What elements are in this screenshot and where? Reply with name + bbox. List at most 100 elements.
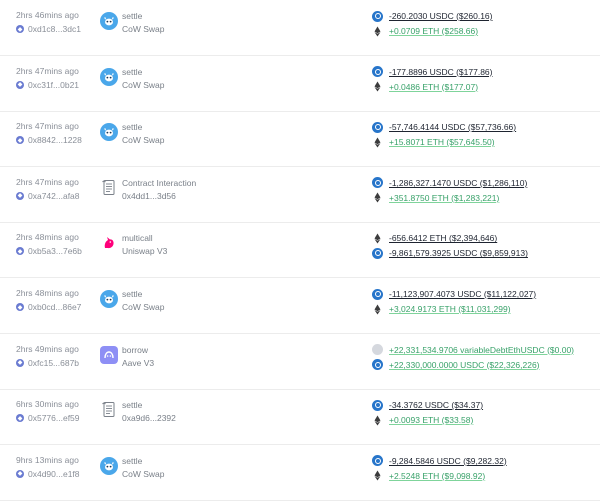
transaction-row[interactable]: 6hrs 30mins ago ◆ 0x5776...ef59 settle 0xa9d…	[0, 389, 600, 446]
tx-time: 2hrs 46mins ago	[16, 10, 79, 20]
transaction-row[interactable]: 2hrs 47mins ago ◆ 0xc31f...0b21 settle CoW S…	[0, 56, 600, 112]
token-transfer-1: -177.8896 USDC ($177.86)	[372, 66, 492, 78]
uniswap-unicorn-icon	[100, 234, 118, 252]
transaction-row[interactable]: 2hrs 47mins ago ◆ 0xa742...afa8 Contract In…	[0, 167, 600, 223]
address-text[interactable]: 0x4d90...e1f8	[28, 469, 80, 479]
tx-method: settle	[122, 400, 143, 411]
eth-mini-icon: ◆	[16, 80, 24, 89]
tx-from-address[interactable]: ◆ 0xb5a3...7e6b	[16, 246, 82, 256]
tx-from-address[interactable]: ◆ 0xa742...afa8	[16, 191, 80, 201]
transfer-amount[interactable]: -656.6412 ETH ($2,394,646)	[389, 233, 497, 243]
tx-protocol[interactable]: CoW Swap	[122, 24, 165, 34]
token-transfer-2: -9,861,579.3925 USDC ($9,859,913)	[372, 247, 528, 259]
tx-from-address[interactable]: ◆ 0x5776...ef59	[16, 413, 80, 423]
eth-mini-icon: ◆	[16, 414, 24, 423]
tx-from-address[interactable]: ◆ 0xd1c8...3dc1	[16, 24, 81, 34]
transaction-list: 2hrs 46mins ago ◆ 0xd1c8...3dc1 settle CoW S…	[0, 0, 600, 501]
tx-from-address[interactable]: ◆ 0x8842...1228	[16, 135, 82, 145]
token-transfer-1: +22,331,534.9706 variableDebtEthUSDC ($0…	[372, 344, 574, 356]
transaction-row[interactable]: 2hrs 48mins ago ◆ 0xb0cd...86e7 settle CoW S…	[0, 278, 600, 334]
tx-method: settle	[122, 66, 143, 77]
tx-protocol[interactable]: CoW Swap	[122, 302, 165, 312]
token-transfer-1: -656.6412 ETH ($2,394,646)	[372, 232, 497, 244]
transfer-amount[interactable]: +0.0709 ETH ($258.66)	[389, 26, 478, 36]
transaction-row[interactable]: 2hrs 46mins ago ◆ 0xd1c8...3dc1 settle CoW S…	[0, 0, 600, 56]
cow-swap-icon	[100, 290, 118, 308]
tx-from-address[interactable]: ◆ 0x4d90...e1f8	[16, 469, 80, 479]
tx-method: settle	[122, 289, 143, 299]
eth-mini-icon: ◆	[16, 136, 24, 145]
eth-mini-icon: ◆	[16, 358, 24, 367]
transfer-amount[interactable]: +0.0093 ETH ($33.58)	[389, 415, 473, 425]
transfer-amount[interactable]: +15.8071 ETH ($57,645.50)	[389, 137, 495, 147]
transaction-row[interactable]: 9hrs 13mins ago ◆ 0x4d90...e1f8 settle CoW S…	[0, 445, 600, 501]
tx-protocol[interactable]: CoW Swap	[122, 135, 165, 145]
transaction-row[interactable]: 2hrs 47mins ago ◆ 0x8842...1228 settle CoW S…	[0, 111, 600, 168]
transfer-amount[interactable]: +351.8750 ETH ($1,283,221)	[389, 193, 499, 203]
tx-protocol[interactable]: 0xa9d6...2392	[122, 413, 176, 423]
contract-document-icon	[100, 179, 118, 197]
debt-token-icon	[372, 344, 383, 356]
transfer-amount[interactable]: +3,024.9173 ETH ($11,031,299)	[389, 304, 511, 314]
address-text[interactable]: 0xa742...afa8	[28, 191, 80, 201]
transfer-amount[interactable]: -9,861,579.3925 USDC ($9,859,913)	[389, 248, 528, 258]
token-transfer-1: -34.3762 USDC ($34.37)	[372, 399, 483, 411]
tx-time: 2hrs 47mins ago	[16, 121, 79, 132]
tx-from-address[interactable]: ◆ 0xc31f...0b21	[16, 80, 79, 90]
tx-from-address[interactable]: ◆ 0xb0cd...86e7	[16, 302, 81, 312]
token-transfer-1: -11,123,907.4073 USDC ($11,122,027)	[372, 288, 536, 300]
address-text[interactable]: 0xfc15...687b	[28, 358, 79, 368]
transfer-amount[interactable]: -9,284.5846 USDC ($9,282.32)	[389, 456, 507, 466]
tx-protocol[interactable]: Aave V3	[122, 358, 154, 368]
token-transfer-1: -1,286,327.1470 USDC ($1,286,110)	[372, 177, 527, 189]
address-text[interactable]: 0xd1c8...3dc1	[28, 24, 81, 34]
usdc-token-icon	[372, 121, 383, 133]
address-text[interactable]: 0xc31f...0b21	[28, 80, 79, 90]
tx-from-address[interactable]: ◆ 0xfc15...687b	[16, 358, 79, 368]
address-text[interactable]: 0x5776...ef59	[28, 413, 80, 423]
transfer-amount[interactable]: -1,286,327.1470 USDC ($1,286,110)	[389, 178, 527, 188]
eth-mini-icon: ◆	[16, 469, 24, 478]
transfer-amount[interactable]: -260.2030 USDC ($260.16)	[389, 11, 492, 21]
token-transfer-1: -260.2030 USDC ($260.16)	[372, 10, 492, 22]
token-transfer-2: +0.0486 ETH ($177.07)	[372, 81, 478, 93]
tx-method: multicall	[122, 233, 153, 244]
tx-method: settle	[122, 11, 143, 21]
transfer-amount[interactable]: -57,746.4144 USDC ($57,736.66)	[389, 122, 516, 132]
transfer-amount[interactable]: +0.0486 ETH ($177.07)	[389, 82, 478, 92]
usdc-token-icon	[372, 359, 383, 371]
tx-time: 9hrs 13mins ago	[16, 454, 79, 465]
transaction-row[interactable]: 2hrs 49mins ago ◆ 0xfc15...687b borrow Aave …	[0, 334, 600, 390]
eth-mini-icon: ◆	[16, 247, 24, 256]
usdc-token-icon	[372, 10, 383, 22]
transfer-amount[interactable]: +22,330,000.0000 USDC ($22,326,226)	[389, 360, 540, 370]
tx-protocol[interactable]: CoW Swap	[122, 80, 165, 90]
tx-method: Contract Interaction	[122, 177, 197, 188]
transaction-row[interactable]: 2hrs 48mins ago ◆ 0xb5a3...7e6b multicall Un…	[0, 222, 600, 279]
eth-token-icon	[372, 26, 383, 37]
eth-mini-icon: ◆	[16, 25, 24, 33]
token-transfer-2: +0.0093 ETH ($33.58)	[372, 414, 473, 426]
tx-method: borrow	[122, 344, 148, 355]
transfer-amount[interactable]: -177.8896 USDC ($177.86)	[389, 67, 492, 77]
tx-protocol[interactable]: Uniswap V3	[122, 246, 167, 256]
usdc-token-icon	[372, 399, 383, 411]
address-text[interactable]: 0x8842...1228	[28, 135, 82, 145]
transfer-amount[interactable]: +22,331,534.9706 variableDebtEthUSDC ($0…	[389, 345, 574, 355]
tx-protocol[interactable]: CoW Swap	[122, 469, 165, 479]
tx-protocol[interactable]: 0x4dd1...3d56	[122, 191, 176, 201]
eth-token-icon	[372, 192, 383, 203]
tx-time: 2hrs 47mins ago	[16, 176, 79, 187]
transfer-amount[interactable]: +2.5248 ETH ($9,098.92)	[389, 471, 485, 481]
eth-token-icon	[372, 81, 383, 92]
transfer-amount[interactable]: -34.3762 USDC ($34.37)	[389, 400, 483, 410]
transfer-amount[interactable]: -11,123,907.4073 USDC ($11,122,027)	[389, 289, 536, 299]
aave-ghost-icon	[100, 345, 118, 364]
token-transfer-2: +0.0709 ETH ($258.66)	[372, 25, 478, 37]
address-text[interactable]: 0xb0cd...86e7	[28, 302, 81, 312]
address-text[interactable]: 0xb5a3...7e6b	[28, 246, 82, 256]
token-transfer-2: +2.5248 ETH ($9,098.92)	[372, 470, 485, 482]
token-transfer-2: +15.8071 ETH ($57,645.50)	[372, 136, 495, 148]
token-transfer-2: +3,024.9173 ETH ($11,031,299)	[372, 303, 511, 315]
tx-method: settle	[122, 455, 143, 466]
